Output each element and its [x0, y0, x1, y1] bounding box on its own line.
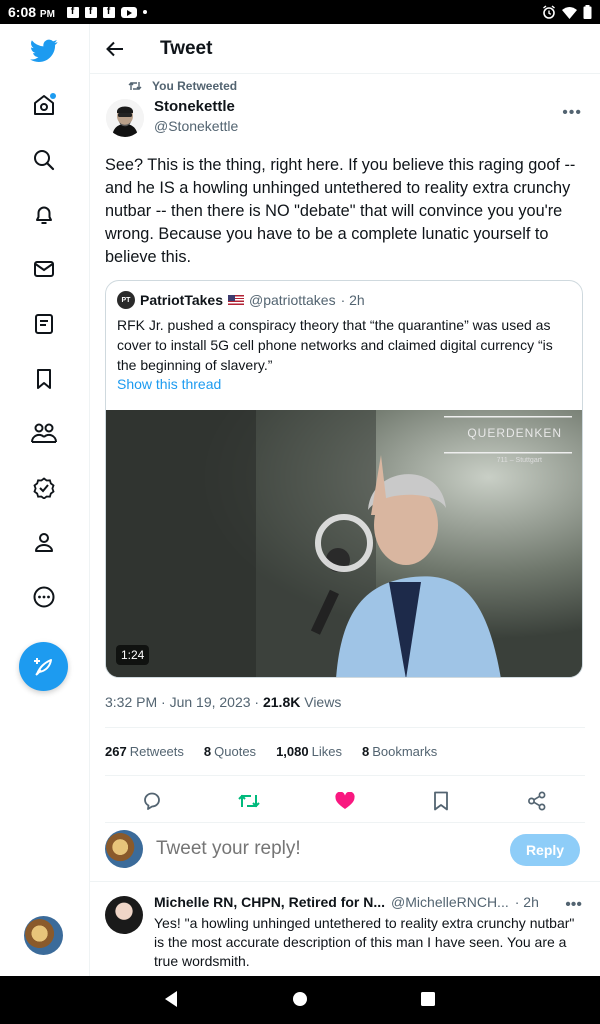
status-time: 6:08 PM: [8, 4, 55, 20]
like-icon[interactable]: [332, 788, 358, 814]
reply-button[interactable]: Reply: [510, 834, 580, 866]
bookmark-action-icon[interactable]: [428, 788, 454, 814]
author-name[interactable]: Stonekettle: [154, 98, 235, 115]
video-watermark-sub: 711 – Stuttgart: [496, 457, 542, 464]
tweet-timestamp[interactable]: 3:32 PM · Jun 19, 2023 ·: [105, 694, 263, 710]
wifi-icon: [562, 6, 577, 19]
retweet-icon: [128, 82, 142, 90]
facebook-notification-icon: [84, 6, 97, 18]
more-options-icon[interactable]: •••: [562, 104, 582, 122]
quoted-tweet[interactable]: PT PatriotTakes @patriottakes · 2h RFK J…: [105, 280, 583, 678]
retweet-indicator: You Retweeted: [128, 79, 237, 93]
current-user-avatar: [105, 830, 143, 868]
video-player[interactable]: QUERDENKEN 711 – Stuttgart 1:24: [106, 410, 582, 677]
facebook-notification-icon: [66, 6, 79, 18]
video-watermark: QUERDENKEN: [467, 426, 562, 440]
tweet-meta: 3:32 PM · Jun 19, 2023 · 21.8K Views: [105, 694, 341, 710]
quoted-tweet-time: · 2h: [340, 292, 365, 308]
views-label: Views: [300, 694, 342, 710]
divider: [105, 727, 585, 728]
reply-input[interactable]: [156, 838, 456, 860]
messages-icon[interactable]: [29, 254, 59, 284]
twitter-logo-icon[interactable]: [29, 36, 59, 66]
status-bar: 6:08 PM: [0, 0, 600, 24]
home-icon[interactable]: [29, 90, 59, 120]
show-thread-link[interactable]: Show this thread: [117, 376, 221, 392]
reply-author-handle[interactable]: @MichelleRNCH...: [391, 894, 509, 910]
divider: [105, 822, 585, 823]
quoted-author-handle: @patriottakes: [249, 292, 336, 308]
account-avatar[interactable]: [24, 916, 63, 955]
compose-tweet-button[interactable]: [19, 642, 68, 691]
quoted-tweet-header: PT PatriotTakes @patriottakes · 2h: [117, 291, 365, 309]
alarm-icon: [543, 5, 555, 19]
reply-header: Michelle RN, CHPN, Retired for N... @Mic…: [154, 894, 574, 910]
quoted-author-avatar: PT: [117, 291, 135, 309]
reply-more-options-icon[interactable]: •••: [565, 896, 582, 914]
retweets-stat[interactable]: 267 Retweets: [105, 744, 184, 759]
quoted-author-name: PatriotTakes: [140, 292, 223, 308]
reply-author-name[interactable]: Michelle RN, CHPN, Retired for N...: [154, 894, 385, 910]
author-handle[interactable]: @Stonekettle: [154, 118, 238, 134]
back-arrow-icon[interactable]: [106, 39, 126, 59]
communities-icon[interactable]: [29, 418, 59, 448]
tweet-actions: [105, 788, 585, 814]
bookmarks-stat[interactable]: 8 Bookmarks: [362, 744, 437, 759]
reply-author-avatar[interactable]: [105, 896, 143, 934]
divider: [105, 775, 585, 776]
explore-icon[interactable]: [29, 145, 59, 175]
us-flag-icon: [228, 295, 244, 305]
tweet-text: See? This is the thing, right here. If y…: [105, 156, 576, 266]
author-avatar[interactable]: [106, 99, 144, 137]
quotes-stat[interactable]: 8 Quotes: [204, 744, 256, 759]
recents-nav-icon[interactable]: [420, 990, 436, 1008]
youtube-notification-icon: [120, 6, 137, 18]
header: Tweet: [90, 24, 600, 74]
battery-icon: [583, 5, 592, 19]
tweet-detail: Tweet You Retweeted Stonekettle @Stoneke…: [90, 24, 600, 976]
divider: [90, 881, 600, 882]
profile-icon[interactable]: [29, 527, 59, 557]
page-title: Tweet: [160, 37, 213, 59]
retweet-label: You Retweeted: [152, 79, 238, 93]
reply-icon[interactable]: [139, 788, 165, 814]
tweet-stats: 267 Retweets 8 Quotes 1,080 Likes 8 Bookmark…: [105, 744, 437, 759]
views-count: 21.8K: [262, 694, 301, 710]
video-duration: 1:24: [116, 645, 150, 665]
video-frame: [106, 410, 582, 677]
more-notifications-dot-icon: [142, 10, 147, 14]
share-icon[interactable]: [524, 788, 550, 814]
retweet-action-icon[interactable]: [236, 788, 262, 814]
reply-time: · 2h: [514, 894, 539, 910]
reply-tweet[interactable]: Michelle RN, CHPN, Retired for N... @Mic…: [90, 884, 600, 976]
sidebar-nav: [0, 24, 90, 976]
quoted-tweet-text: RFK Jr. pushed a conspiracy theory that …: [117, 317, 553, 373]
bookmarks-icon[interactable]: [29, 364, 59, 394]
notifications-icon[interactable]: [29, 200, 59, 230]
feather-plus-icon: [33, 657, 52, 676]
likes-stat[interactable]: 1,080 Likes: [276, 744, 342, 759]
system-nav-bar: [0, 976, 600, 1024]
lists-icon[interactable]: [29, 309, 59, 339]
back-nav-icon[interactable]: [163, 990, 179, 1008]
home-nav-icon[interactable]: [292, 990, 308, 1008]
reply-text: Yes! "a howling unhinged untethered to r…: [154, 915, 575, 969]
facebook-notification-icon: [102, 6, 115, 18]
more-icon[interactable]: [29, 582, 59, 612]
verified-icon[interactable]: [29, 473, 59, 503]
